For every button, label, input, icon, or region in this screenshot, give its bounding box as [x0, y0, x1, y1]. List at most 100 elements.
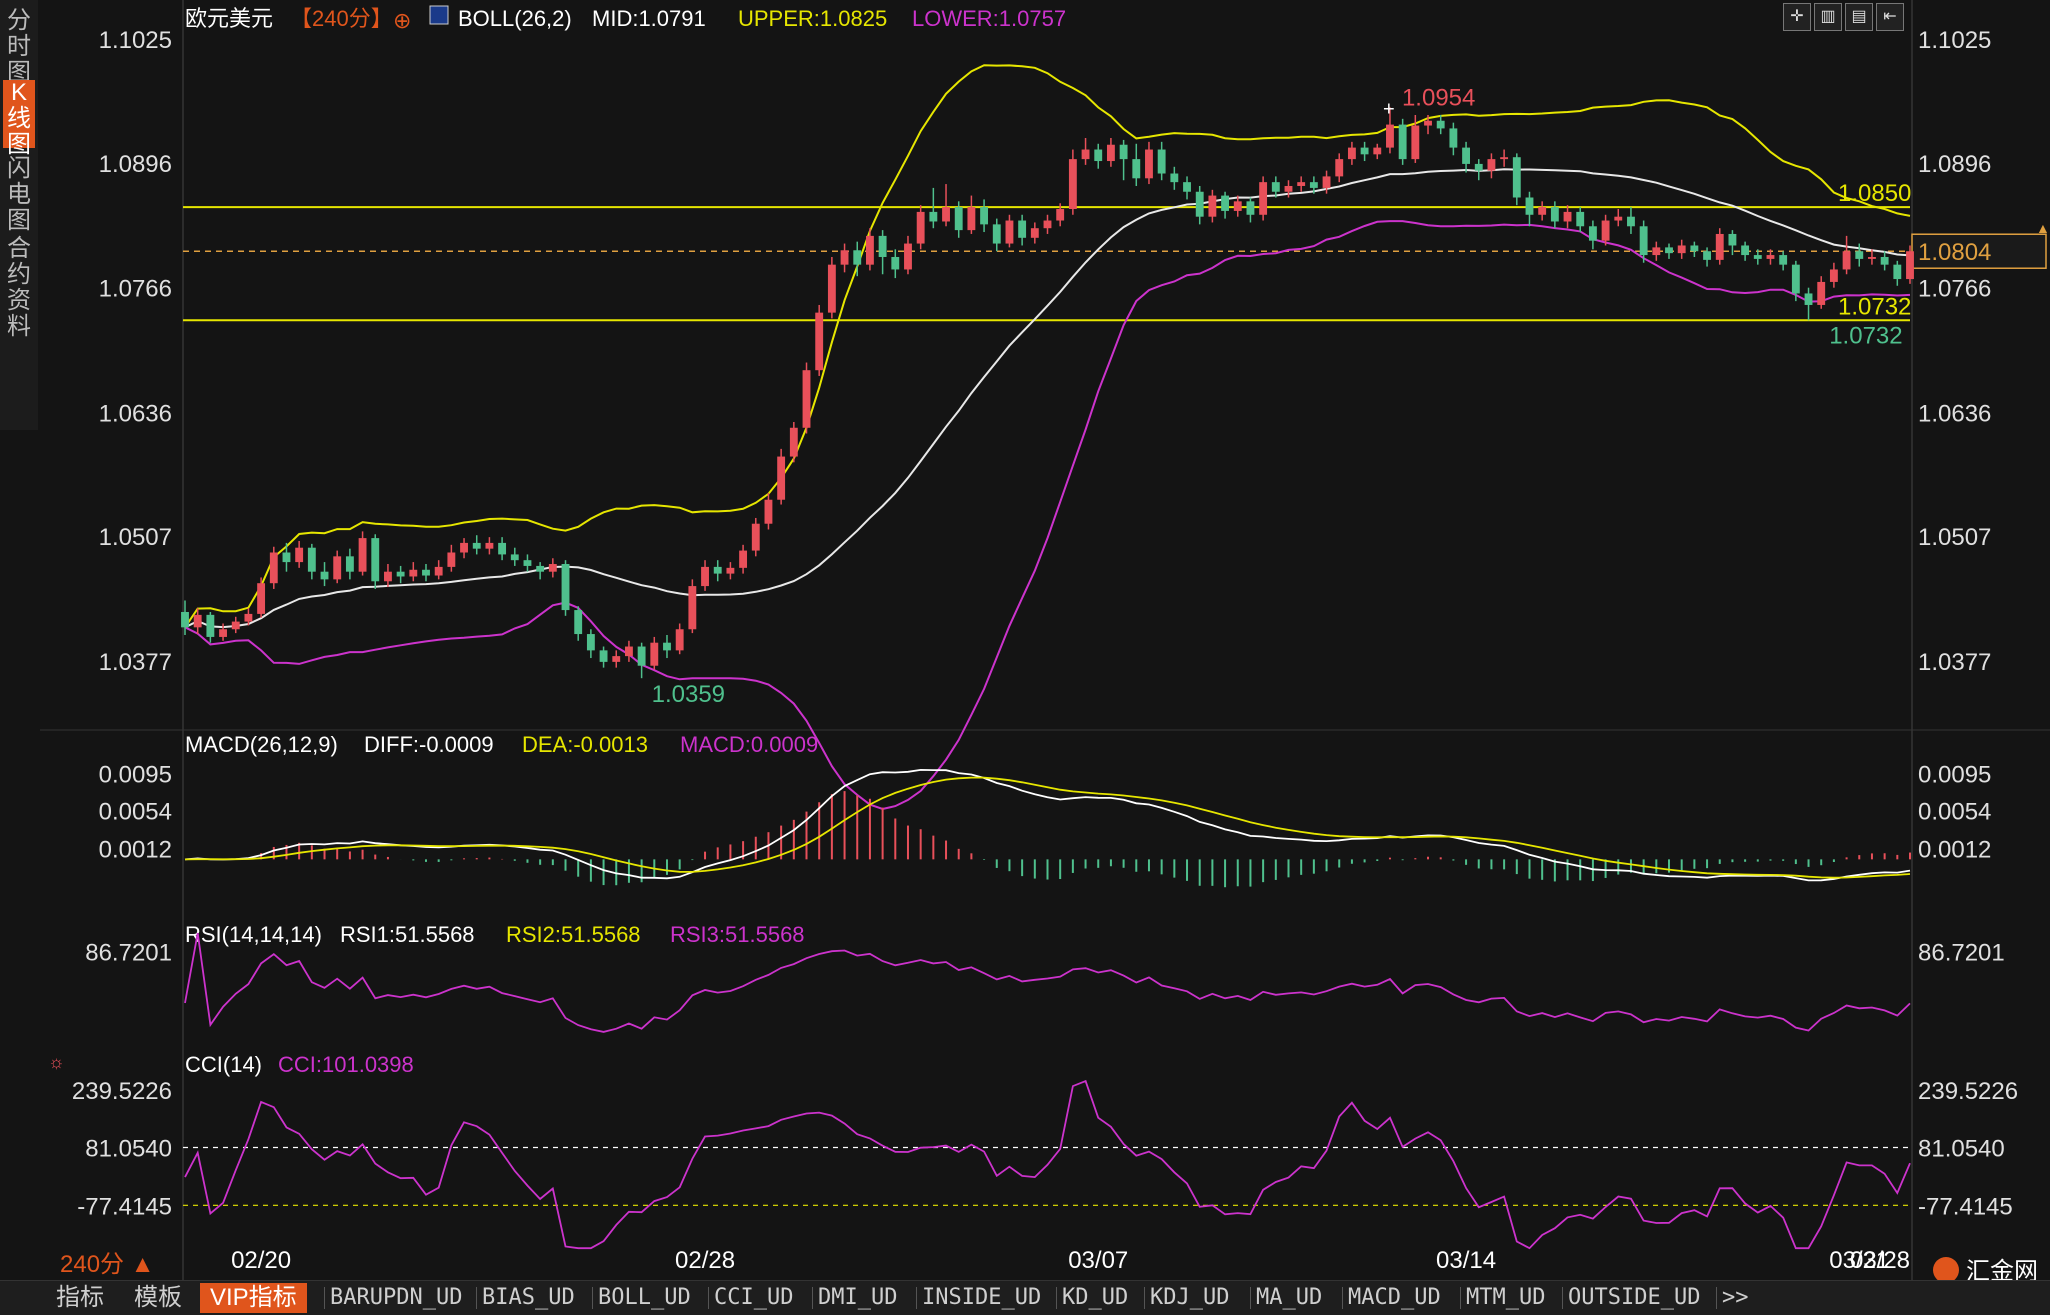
bottom-tab-kdj[interactable]: KDJ_UD	[1150, 1283, 1229, 1313]
candle-body	[1386, 124, 1394, 148]
candle-body	[1487, 159, 1496, 171]
candle-body	[1614, 216, 1623, 221]
candle-body	[282, 552, 291, 563]
candle-body	[1893, 264, 1902, 280]
candle-body	[1195, 191, 1204, 217]
bottom-tab-ma[interactable]: MA_UD	[1256, 1283, 1322, 1313]
candle-body	[764, 499, 773, 524]
candle-body	[320, 571, 329, 580]
candle-body	[827, 264, 836, 313]
bottom-tab-cci[interactable]: CCI_UD	[714, 1283, 793, 1313]
price-tick-left: 1.0377	[99, 649, 172, 676]
price-tick-right: 1.1025	[1918, 27, 1991, 54]
candle-body	[701, 566, 709, 587]
candle-body	[548, 564, 557, 572]
candle-chart-icon[interactable]: ▤	[1845, 3, 1873, 31]
boll-lower-line	[184, 220, 1911, 811]
bottom-tab-inside[interactable]: INSIDE_UD	[922, 1283, 1041, 1313]
candle-body	[1335, 159, 1344, 177]
candle-body	[1284, 185, 1293, 192]
low-label-1: 1.0359	[652, 681, 725, 708]
candle-body	[1221, 195, 1230, 211]
macd-tick-right: 0.0054	[1918, 799, 1991, 826]
chart-period: 【240分】	[290, 6, 393, 31]
high-marker: +	[1383, 98, 1395, 120]
bar-chart-icon[interactable]: ▥	[1814, 3, 1842, 31]
crosshair-icon[interactable]: ✛	[1783, 3, 1811, 31]
candle-body	[1677, 245, 1686, 254]
candle-body	[1373, 147, 1382, 155]
bottom-tab-macd[interactable]: MACD_UD	[1348, 1283, 1441, 1313]
alert-icon: ☼	[48, 1052, 65, 1072]
candle-body	[967, 207, 976, 231]
indicator-tabs: 指标 模板 VIP指标 BARUPDN_UD BIAS_UD BOLL_UD CCI_UD D…	[0, 1280, 2050, 1315]
macd-tick-right: 0.0095	[1918, 762, 1991, 789]
candle-body	[1665, 247, 1673, 254]
bottom-tab-dmi[interactable]: DMI_UD	[818, 1283, 897, 1313]
candle-body	[1145, 149, 1153, 179]
macd-tick-left: 0.0054	[99, 799, 172, 826]
rsi1-value: RSI1:51.5568	[340, 922, 475, 947]
candle-body	[1271, 182, 1280, 192]
candle-body	[434, 566, 443, 576]
candle-body	[688, 586, 697, 630]
candle-body	[384, 571, 392, 582]
candle-body	[1056, 209, 1065, 221]
bottom-tab-bias[interactable]: BIAS_UD	[482, 1283, 575, 1313]
price-tick-right: 1.0766	[1918, 276, 1991, 303]
bottom-tab-indicators[interactable]: 指标	[56, 1283, 104, 1313]
candle-body	[409, 569, 418, 577]
candle-body	[1018, 220, 1027, 238]
bottom-tab-boll[interactable]: BOLL_UD	[598, 1283, 691, 1313]
date-tick: 03/07	[1068, 1247, 1128, 1274]
cci-value: CCI:101.0398	[278, 1052, 414, 1077]
candle-body	[1259, 182, 1268, 215]
candle-body	[865, 235, 874, 265]
candle-body	[1588, 226, 1597, 241]
candle-body	[307, 547, 316, 572]
candle-body	[1563, 211, 1572, 222]
price-tick-left: 1.0896	[99, 151, 172, 178]
bottom-tab-more[interactable]: >>	[1722, 1283, 1749, 1313]
macd-tick-right: 0.0012	[1918, 837, 1991, 864]
candle-body	[726, 567, 735, 574]
candle-body	[1512, 157, 1521, 198]
macd-diff: DIFF:-0.0009	[364, 732, 494, 757]
bottom-tab-templates[interactable]: 模板	[134, 1283, 182, 1313]
cci-tick-right: 81.0540	[1918, 1136, 2005, 1163]
high-label: 1.0954	[1402, 84, 1475, 111]
candle-body	[1538, 207, 1547, 215]
candle-body	[510, 554, 519, 561]
candle-body	[1436, 120, 1445, 129]
date-tick: 03/28	[1850, 1247, 1910, 1274]
candle-body	[447, 552, 456, 567]
bottom-tab-barupdn[interactable]: BARUPDN_UD	[330, 1283, 462, 1313]
candle-body	[1474, 163, 1483, 171]
candle-body	[193, 614, 202, 628]
candle-body	[1119, 144, 1128, 160]
candle-body	[1703, 251, 1711, 260]
candle-body	[815, 312, 824, 371]
candle-body	[181, 611, 189, 628]
bottom-tab-mtm[interactable]: MTM_UD	[1466, 1283, 1545, 1313]
candle-body	[485, 542, 494, 549]
bottom-tab-outside[interactable]: OUTSIDE_UD	[1568, 1283, 1700, 1313]
candle-body	[1030, 228, 1039, 238]
expand-icon[interactable]: ⇤	[1876, 3, 1904, 31]
cci-tick-right: -77.4145	[1918, 1193, 2013, 1220]
price-tick-right: 1.0896	[1918, 151, 1991, 178]
candle-body	[1462, 147, 1470, 164]
bottom-tab-vip-indicators[interactable]: VIP指标	[200, 1283, 307, 1313]
candle-body	[1766, 255, 1775, 259]
candle-body	[1347, 147, 1356, 160]
kline-chart[interactable]: 1.1025 1.1025 1.0896 1.0896 1.0766 1.0766 1.06…	[0, 0, 2050, 1280]
candle-body	[1360, 147, 1369, 155]
candle-body	[1170, 173, 1179, 183]
candle-body	[891, 256, 900, 270]
candle-body	[1068, 159, 1077, 210]
bottom-tab-kd[interactable]: KD_UD	[1062, 1283, 1128, 1313]
candle-body	[396, 571, 405, 577]
boll-upper: UPPER:1.0825	[738, 6, 887, 31]
candle-body	[1868, 256, 1876, 259]
candle-body	[1842, 251, 1851, 270]
